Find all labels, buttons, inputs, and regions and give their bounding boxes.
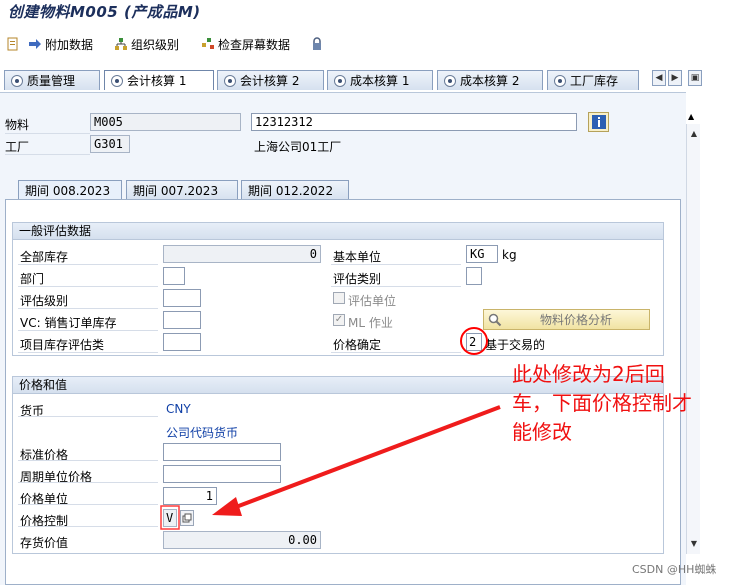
highlight-circle bbox=[460, 327, 488, 355]
annotation-overlay bbox=[160, 327, 501, 530]
annotation-line: 能修改 bbox=[512, 420, 572, 444]
annotation-line: 车，下面价格控制才 bbox=[512, 391, 692, 415]
annotation-arrow bbox=[235, 405, 501, 509]
annotation-line: 此处修改为2后回 bbox=[512, 362, 665, 386]
watermark: CSDN @HH蜘蛛 bbox=[632, 563, 717, 576]
annotation-text: 此处修改为2后回 车，下面价格控制才 能修改 bbox=[512, 360, 742, 447]
arrow-head bbox=[212, 497, 242, 516]
highlight-box bbox=[160, 505, 180, 530]
